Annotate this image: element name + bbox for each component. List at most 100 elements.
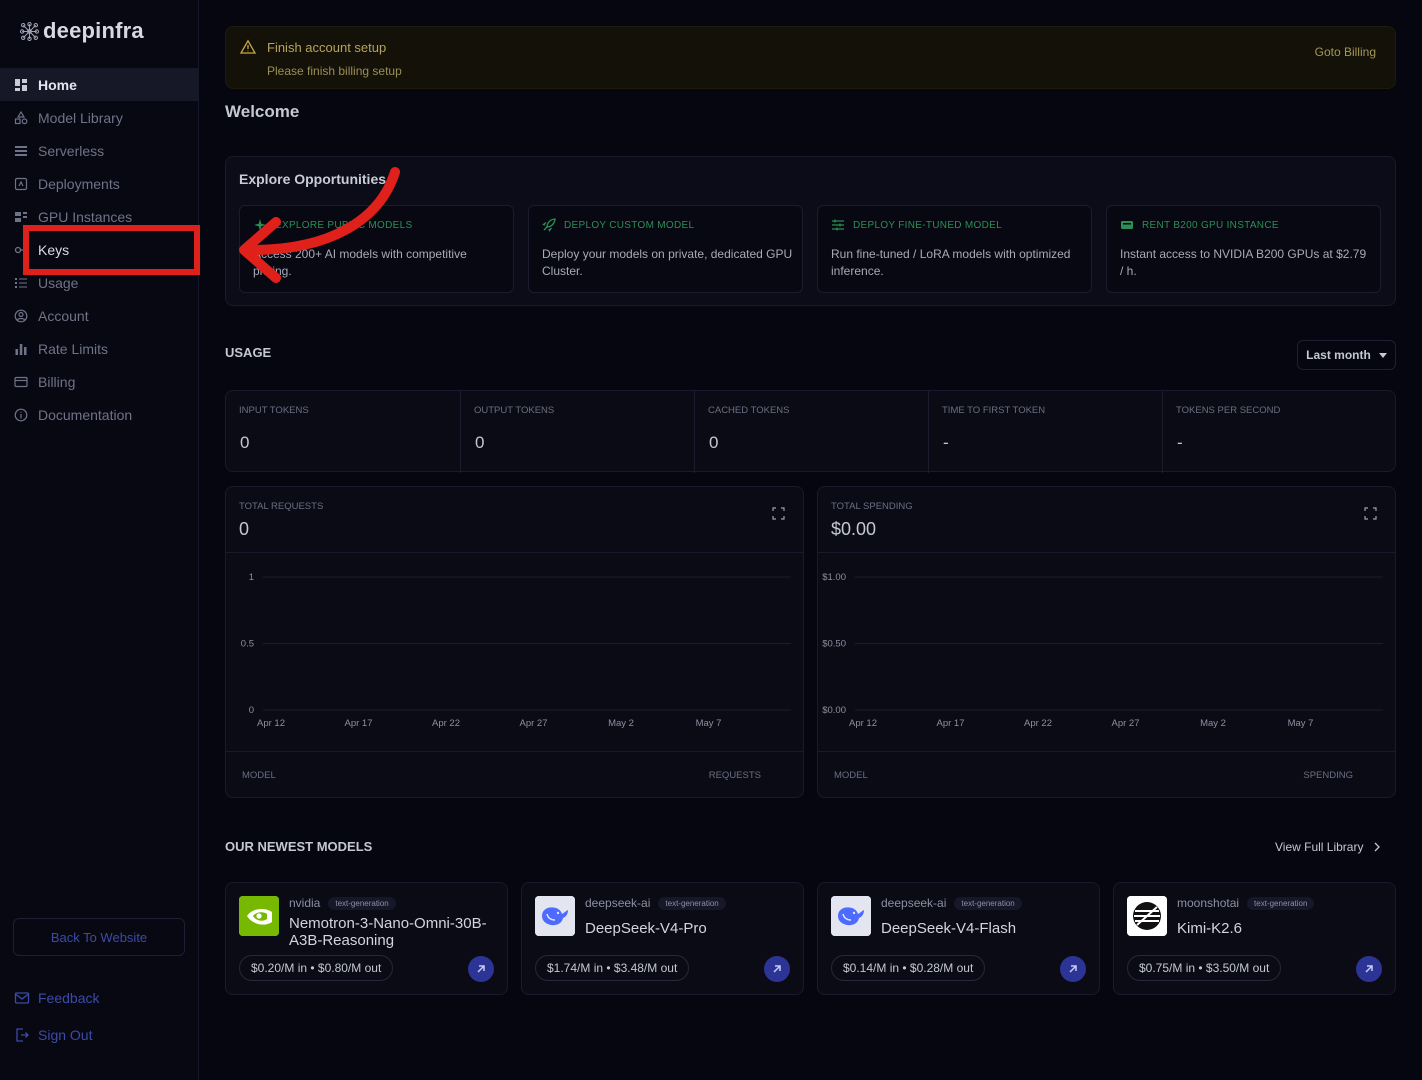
explore-card-rent-b200[interactable]: Rent B200 GPU Instance Instant access to…	[1106, 205, 1381, 293]
expand-icon[interactable]	[772, 507, 785, 520]
sign-out-link[interactable]: Sign Out	[14, 1027, 92, 1043]
model-org: deepseek-ai	[585, 896, 651, 910]
info-icon	[14, 408, 28, 421]
stat-label: Input Tokens	[239, 405, 309, 416]
arrow-up-right-icon	[1365, 965, 1373, 973]
x-tick-label: Apr 27	[1112, 718, 1140, 729]
stat-label: Cached Tokens	[708, 405, 790, 416]
sidebar-item-label: Model Library	[38, 109, 123, 126]
rocket-icon	[542, 218, 556, 232]
stat-output-tokens: Output Tokens 0	[460, 391, 694, 473]
sidebar-item-deployments[interactable]: Deployments	[0, 167, 198, 200]
stat-time-to-first-token: Time To First Token -	[928, 391, 1162, 473]
bar-chart-icon	[15, 343, 27, 355]
deepinfra-logo-icon	[19, 21, 40, 41]
open-model-button[interactable]	[468, 956, 494, 982]
y-tick-label: 0.5	[241, 639, 254, 650]
total-requests-card: Total Requests 0 1 0.5 0 Apr 12 Apr 17 Apr 22…	[225, 486, 804, 798]
sidebar: deepinfra Home Model Library Serverless …	[0, 0, 199, 1080]
account-setup-banner: Finish account setup Please finish billi…	[225, 26, 1396, 89]
back-to-website-button[interactable]: Back To Website	[13, 918, 185, 956]
model-org: deepseek-ai	[881, 896, 947, 910]
arrow-up-right-icon	[1069, 965, 1077, 973]
table-header-model: Model	[834, 770, 868, 781]
explore-card-desc: Instant access to NVIDIA B200 GPUs at $2…	[1120, 247, 1367, 278]
table-header-model: Model	[242, 770, 276, 781]
model-price: $0.14/M in • $0.28/M out	[831, 955, 986, 981]
stat-tokens-per-second: Tokens Per Second -	[1162, 391, 1396, 473]
view-full-library-label: View Full Library	[1275, 840, 1364, 854]
date-range-dropdown[interactable]: Last month	[1297, 340, 1396, 370]
chart-value: $0.00	[831, 519, 877, 539]
x-tick-label: May 2	[1200, 718, 1226, 729]
deploy-icon	[14, 177, 28, 190]
requests-chart: 1 0.5 0Apr 12 Apr 17 Apr 22 Apr 27 May 2 May 7	[241, 572, 791, 729]
table-header-requests: Requests	[708, 770, 761, 781]
explore-card-deploy-custom[interactable]: Deploy Custom Model Deploy your models o…	[528, 205, 803, 293]
sidebar-item-model-library[interactable]: Model Library	[0, 101, 198, 134]
goto-billing-link[interactable]: Goto Billing	[1315, 45, 1376, 59]
explore-card-title: Rent B200 GPU Instance	[1142, 219, 1279, 231]
x-tick-label: Apr 22	[432, 718, 460, 729]
model-price: $0.75/M in • $3.50/M out	[1127, 955, 1282, 981]
explore-card-desc: Run fine-tuned / LoRA models with optimi…	[831, 247, 1071, 278]
model-name: Kimi-K2.6	[1177, 920, 1243, 937]
table-header-spending: Spending	[1303, 770, 1353, 781]
list-icon	[15, 277, 27, 288]
model-card[interactable]: nvidia text-generation Nemotron-3-Nano-O…	[225, 882, 508, 995]
model-card[interactable]: moonshotai text-generation Kimi-K2.6 $0.…	[1113, 882, 1396, 995]
sidebar-item-billing[interactable]: Billing	[0, 365, 198, 398]
stat-label: Output Tokens	[474, 405, 555, 416]
explore-card-fine-tuned[interactable]: Deploy Fine-Tuned Model Run fine-tuned /…	[817, 205, 1092, 293]
model-name: Nemotron-3-Nano-Omni-30B-A3B-Reasoning	[289, 915, 487, 949]
y-tick-label: 1	[249, 572, 254, 583]
sidebar-item-documentation[interactable]: Documentation	[0, 398, 198, 431]
sidebar-item-label: Usage	[38, 274, 79, 291]
divider	[818, 751, 1395, 752]
model-card[interactable]: deepseek-ai text-generation DeepSeek-V4-…	[521, 882, 804, 995]
deepseek-logo-icon	[535, 896, 575, 936]
brand-logo[interactable]: deepinfra	[19, 16, 144, 46]
nvidia-logo-icon	[239, 896, 279, 936]
gpu-card-icon	[1121, 221, 1133, 229]
chevron-down-icon	[1378, 352, 1387, 358]
open-model-button[interactable]	[1356, 956, 1382, 982]
spending-chart: $1.00 $0.50 $0.00Apr 12 Apr 17 Apr 22 Apr 27 M…	[822, 572, 1383, 729]
model-tag: text-generation	[954, 896, 1022, 910]
model-org: moonshotai	[1177, 896, 1240, 910]
sidebar-item-serverless[interactable]: Serverless	[0, 134, 198, 167]
model-tag: text-generation	[1247, 896, 1315, 910]
sidebar-item-label: Billing	[38, 373, 76, 390]
feedback-link[interactable]: Feedback	[14, 990, 99, 1006]
expand-icon[interactable]	[1364, 507, 1377, 520]
model-name: DeepSeek-V4-Pro	[585, 920, 707, 937]
sign-out-icon	[16, 1028, 29, 1042]
stat-label: Time To First Token	[942, 405, 1046, 416]
sidebar-item-account[interactable]: Account	[0, 299, 198, 332]
usage-title: USAGE	[225, 345, 272, 360]
y-tick-label: $1.00	[822, 572, 846, 583]
model-tag: text-generation	[658, 896, 726, 910]
y-tick-label: $0.50	[822, 639, 846, 650]
stat-value: -	[943, 433, 949, 452]
warning-icon	[240, 39, 256, 54]
open-model-button[interactable]	[764, 956, 790, 982]
moonshot-logo-icon	[1127, 896, 1167, 936]
usage-stats: Input Tokens 0 Output Tokens 0 Cached To…	[225, 390, 1396, 473]
model-card[interactable]: deepseek-ai text-generation DeepSeek-V4-…	[817, 882, 1100, 995]
model-org: nvidia	[289, 896, 321, 910]
stat-input-tokens: Input Tokens 0	[226, 391, 460, 473]
model-name: DeepSeek-V4-Flash	[881, 920, 1017, 937]
sidebar-item-rate-limits[interactable]: Rate Limits	[0, 332, 198, 365]
annotation-arrow-icon	[239, 167, 400, 283]
view-full-library-link[interactable]: View Full Library	[1275, 840, 1381, 854]
mail-icon	[14, 992, 30, 1004]
chart-label: Total Requests	[239, 501, 324, 512]
sign-out-label: Sign Out	[38, 1027, 93, 1043]
x-tick-label: May 7	[696, 718, 722, 729]
sidebar-item-home[interactable]: Home	[0, 68, 198, 101]
open-model-button[interactable]	[1060, 956, 1086, 982]
x-tick-label: Apr 12	[849, 718, 877, 729]
x-tick-label: Apr 12	[257, 718, 285, 729]
stat-value: 0	[475, 433, 485, 452]
